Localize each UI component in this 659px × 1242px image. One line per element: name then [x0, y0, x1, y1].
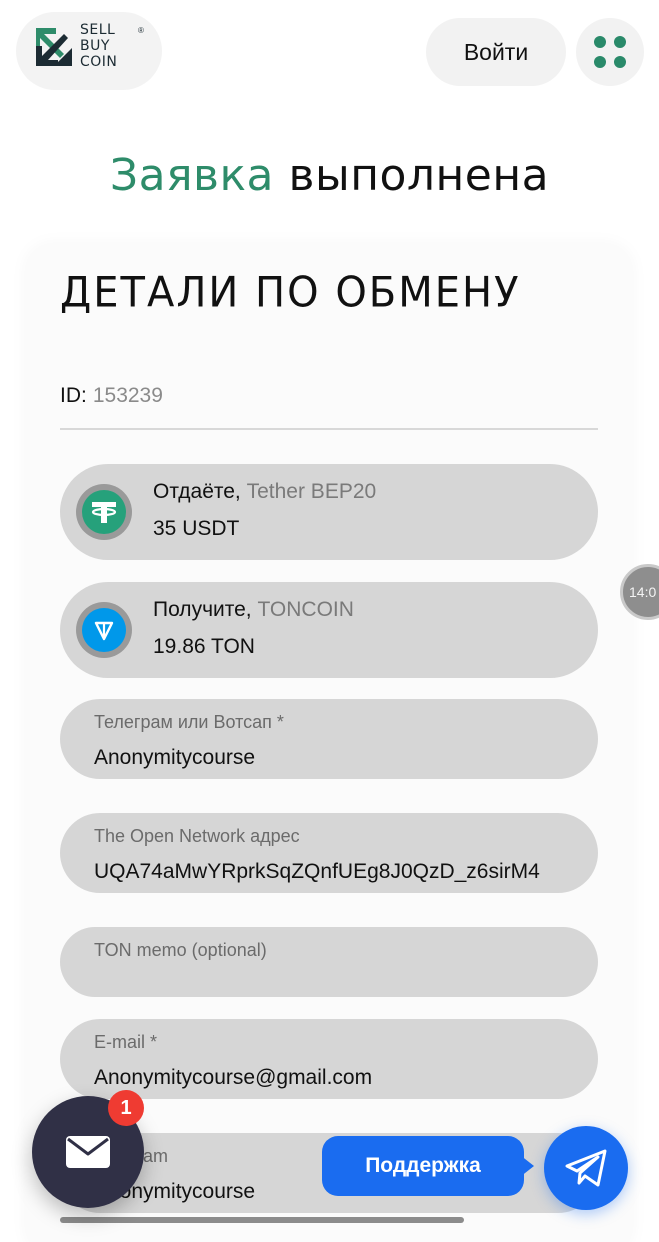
logo[interactable]: SELL BUY COIN ® [16, 12, 162, 90]
give-coin-icon-ring [76, 484, 132, 540]
page-title-rest: выполнена [288, 150, 550, 201]
ton-memo-label: TON memo (optional) [94, 940, 267, 960]
ton-address-field[interactable]: The Open Network адрес UQA74aMwYRprkSqZQ… [60, 813, 598, 893]
toncoin-icon [82, 608, 126, 652]
contact-field[interactable]: Телеграм или Вотсап * Anonymitycourse [60, 699, 598, 779]
logo-registered-mark: ® [138, 26, 144, 35]
order-id-row: ID: 153239 [60, 384, 163, 408]
email-value: Anonymitycourse@gmail.com [94, 1066, 373, 1089]
ton-memo-field[interactable]: TON memo (optional) [60, 927, 598, 997]
telegram-support-button[interactable] [544, 1126, 628, 1210]
support-bubble-tail [520, 1155, 534, 1177]
menu-button[interactable] [576, 18, 644, 86]
section-title: ДЕТАЛИ ПО ОБМЕНУ [60, 268, 521, 318]
grid-dots-icon [594, 36, 626, 68]
envelope-icon [66, 1136, 110, 1168]
header: SELL BUY COIN ® Войти [0, 0, 659, 110]
receive-coin-icon-ring [76, 602, 132, 658]
mail-unread-badge: 1 [108, 1090, 144, 1126]
give-label: Отдаёте, Tether BEP20 [153, 480, 377, 503]
receive-coin-name: TONCOIN [257, 598, 354, 621]
page-title-accent: Заявка [109, 150, 275, 201]
give-coin-pill: Отдаёте, Tether BEP20 35 USDT [60, 464, 598, 560]
give-amount: 35 USDT [153, 517, 240, 540]
contact-field-value: Anonymitycourse [94, 746, 256, 769]
horizontal-scrollbar[interactable] [60, 1217, 464, 1223]
logo-mark-icon [36, 28, 72, 66]
email-label: E-mail * [94, 1032, 158, 1052]
logo-text: SELL BUY COIN [80, 22, 118, 70]
receive-label: Получите, TONCOIN [153, 598, 354, 621]
contact-field-label: Телеграм или Вотсап * [94, 712, 284, 732]
receive-coin-pill: Получите, TONCOIN 19.86 TON [60, 582, 598, 678]
give-coin-name: Tether BEP20 [246, 480, 377, 503]
ton-address-label: The Open Network адрес [94, 826, 300, 846]
login-button[interactable]: Войти [426, 18, 566, 86]
order-id-value: 153239 [92, 384, 163, 407]
email-field[interactable]: E-mail * Anonymitycourse@gmail.com [60, 1019, 598, 1099]
tether-icon [82, 490, 126, 534]
ton-address-value: UQA74aMwYRprkSqZQnfUEg8J0QzD_z6sirM4 [94, 860, 540, 883]
telegram-plane-icon [565, 1149, 607, 1187]
order-id-label: ID: [60, 384, 87, 407]
page-title: Заявка выполнена [0, 150, 659, 201]
support-button[interactable]: Поддержка [322, 1136, 524, 1196]
divider [60, 428, 598, 430]
receive-amount: 19.86 TON [153, 635, 255, 658]
